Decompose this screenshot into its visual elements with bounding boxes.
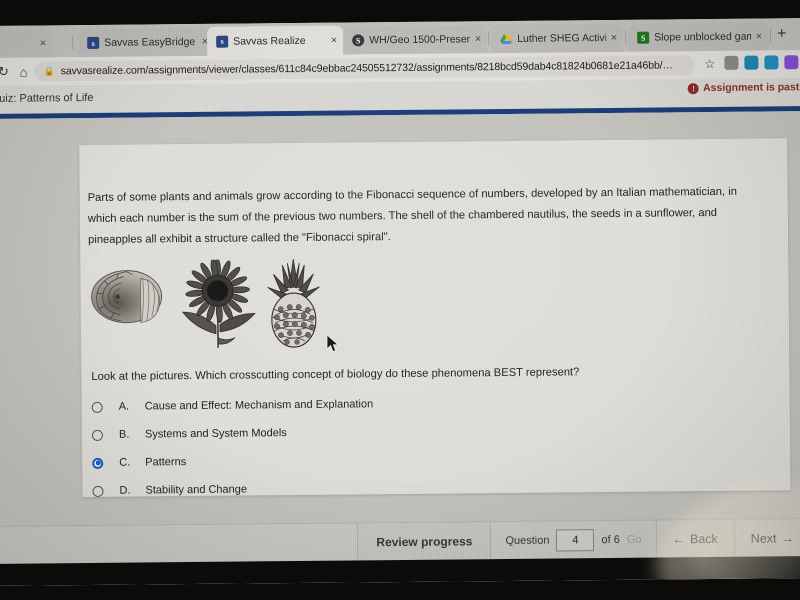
status-badge-text: Assignment is past d — [702, 81, 800, 95]
next-button-label: Next — [750, 530, 777, 546]
go-button[interactable]: Go — [627, 533, 642, 545]
reload-icon[interactable]: ↻ — [0, 64, 13, 80]
savvas-icon: s — [216, 35, 229, 48]
answer-options: A. Cause and Effect: Mechanism and Expla… — [91, 388, 593, 505]
right-arrow-icon: → — [781, 530, 795, 545]
close-icon[interactable]: × — [331, 34, 338, 46]
status-badge: ! Assignment is past d — [687, 81, 800, 95]
browser-tab-1[interactable]: s Savvas EasyBridge × — [78, 27, 215, 58]
tab-separator — [625, 29, 627, 44]
url-text: savvasrealize.com/assignments/viewer/cla… — [60, 59, 673, 78]
browser-tab-3[interactable]: S WH/Geo 1500-Present × — [343, 25, 488, 55]
quiz-body: Parts of some plants and animals grow ac… — [0, 111, 800, 586]
option-text-d: Stability and Change — [145, 483, 248, 497]
question-total-label: of 6 — [601, 533, 620, 546]
question-label: Question — [505, 534, 550, 547]
browser-tab-title-4: Luther SHEG Activity.pd — [517, 32, 606, 45]
illustration-group — [90, 251, 321, 353]
extension-icon-3[interactable] — [764, 55, 779, 70]
browser-tab-title-3: WH/Geo 1500-Present — [369, 33, 470, 47]
option-letter-d: D. — [119, 484, 131, 497]
extensions-area — [724, 55, 799, 70]
option-text-a: Cause and Effect: Mechanism and Explanat… — [144, 398, 374, 413]
question-prompt: Look at the pictures. Which crosscutting… — [91, 366, 580, 383]
browser-tab-title-2: Savvas Realize — [233, 34, 306, 48]
extension-icon-1[interactable] — [724, 55, 739, 70]
tab-separator — [488, 31, 490, 46]
alert-circle-icon: ! — [687, 82, 700, 94]
page-title: Quiz: Patterns of Life — [0, 91, 94, 105]
left-arrow-icon: ← — [672, 531, 686, 546]
sunflower-illustration — [181, 259, 256, 348]
schoology-icon: S — [352, 34, 365, 47]
browser-tab-title-1: Savvas EasyBridge — [104, 35, 196, 49]
monitor-photo: × s Savvas EasyBridge × s Savvas Realize… — [0, 0, 800, 600]
radio-button-a[interactable] — [91, 401, 103, 413]
question-card: Parts of some plants and animals grow ac… — [79, 138, 791, 498]
nautilus-shell-illustration — [91, 270, 163, 324]
review-progress-button[interactable]: Review progress — [357, 522, 492, 561]
google-drive-icon — [500, 33, 513, 45]
browser-tab-title-0 — [0, 44, 35, 45]
option-text-c: Patterns — [145, 456, 187, 469]
browser-tab-4[interactable]: Luther SHEG Activity.pd × — [491, 23, 624, 54]
answer-option-d[interactable]: D. Stability and Change — [92, 472, 592, 505]
option-letter-c: C. — [119, 456, 131, 469]
option-letter-a: A. — [118, 400, 130, 413]
passage-text: Parts of some plants and animals grow ac… — [87, 185, 737, 247]
pineapple-illustration — [267, 258, 320, 348]
radio-button-b[interactable] — [91, 429, 104, 441]
tab-separator — [72, 35, 74, 50]
back-button-label: Back — [689, 531, 718, 546]
tab-separator — [770, 28, 772, 43]
browser-tab-0[interactable]: × — [0, 29, 53, 59]
option-text-b: Systems and System Models — [144, 427, 287, 441]
new-tab-button[interactable]: + — [777, 25, 787, 42]
bookmark-star-icon[interactable]: ☆ — [704, 57, 715, 71]
back-button[interactable]: ← Back — [655, 519, 734, 558]
close-icon[interactable]: × — [475, 33, 482, 45]
option-letter-b: B. — [118, 428, 130, 441]
extension-icon-2[interactable] — [744, 55, 759, 70]
question-navigator: Question 4 of 6 Go — [491, 521, 655, 560]
close-icon[interactable]: × — [611, 32, 618, 44]
question-number-input[interactable]: 4 — [556, 528, 595, 552]
browser-tab-title-5: Slope unblocked game — [654, 30, 751, 44]
browser-tab-5[interactable]: S Slope unblocked game × — [628, 22, 769, 52]
lock-icon: 🔒 — [43, 65, 55, 76]
browser-tab-2-active[interactable]: s Savvas Realize × — [207, 25, 344, 56]
close-icon[interactable]: × — [756, 31, 763, 43]
savvas-icon: s — [87, 36, 100, 50]
home-icon[interactable]: ⌂ — [12, 64, 34, 79]
radio-button-c[interactable] — [92, 457, 104, 469]
address-bar[interactable]: 🔒 savvasrealize.com/assignments/viewer/c… — [34, 55, 695, 82]
browser-window: × s Savvas EasyBridge × s Savvas Realize… — [0, 18, 800, 586]
radio-button-d[interactable] — [92, 485, 104, 497]
slope-icon: S — [637, 31, 650, 44]
close-icon[interactable]: × — [40, 37, 47, 49]
extension-icon-4[interactable] — [784, 55, 799, 70]
next-button[interactable]: Next → — [733, 519, 800, 557]
